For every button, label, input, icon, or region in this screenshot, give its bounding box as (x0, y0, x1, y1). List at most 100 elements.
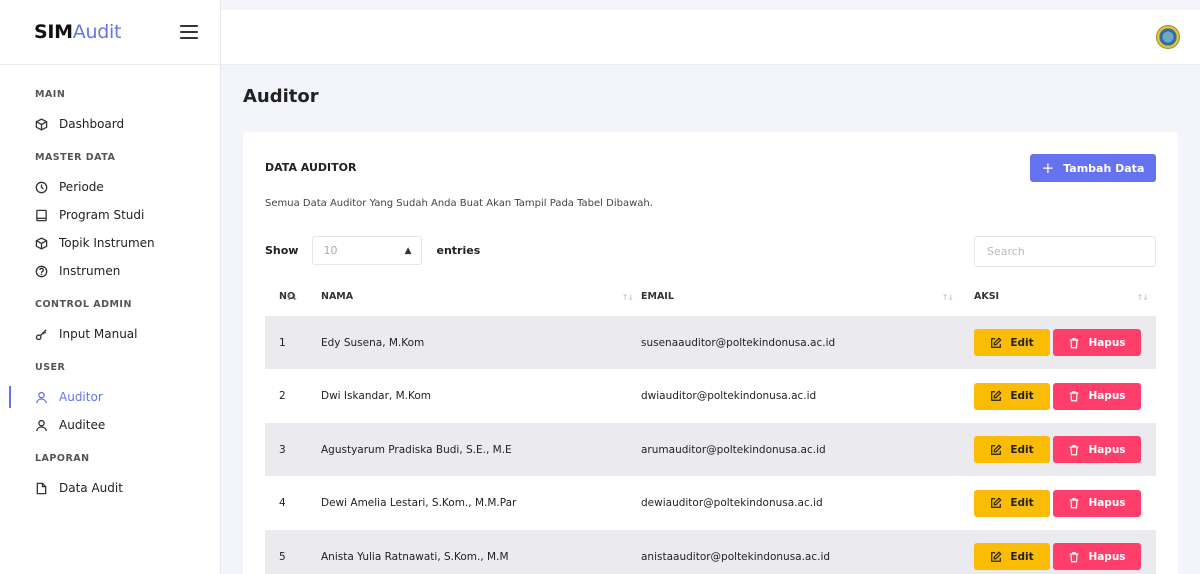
cell-no: 1 (279, 336, 286, 349)
column-email[interactable]: EMAIL ↑↓ (641, 289, 961, 316)
key-icon (34, 327, 48, 341)
edit-icon (990, 336, 1010, 349)
cell-email: anistaauditor@poltekindonusa.ac.id (641, 550, 831, 563)
trash-icon (1068, 337, 1088, 349)
sidebar-item-periode[interactable]: Periode (0, 173, 220, 201)
edit-button[interactable]: Edit (974, 489, 1050, 517)
cell-aksi: Edit Hapus (961, 436, 1156, 463)
sort-icon: ↑↓ (1136, 293, 1149, 302)
edit-icon (990, 390, 1010, 402)
trash-icon (1068, 497, 1088, 509)
cell-aksi: Edit Hapus (961, 489, 1156, 517)
delete-button[interactable]: Hapus (1053, 329, 1141, 356)
cell-nama: Dwi Iskandar, M.Kom (321, 390, 431, 402)
sidebar-section: MAIN Dashboard (0, 89, 220, 138)
table-row: 3 Agustyarum Pradiska Budi, S.E., M.E arum… (265, 423, 1156, 476)
auditor-card: DATA AUDITOR + Tambah Data Semua Data Au… (243, 132, 1178, 574)
edit-icon (990, 550, 1010, 563)
edit-button[interactable]: Edit (974, 382, 1050, 410)
cell-email: arumauditor@poltekindonusa.ac.id (641, 443, 826, 456)
entries-label: entries (436, 244, 481, 257)
table-row: 1 Edy Susena, M.Kom susenaauditor@poltekin… (265, 316, 1156, 369)
cube-icon (34, 236, 48, 250)
sidebar-item-input-manual[interactable]: Input Manual (0, 320, 220, 348)
sort-icon: ↑↓ (941, 293, 954, 302)
add-data-button[interactable]: + Tambah Data (1030, 154, 1156, 182)
user-avatar[interactable] (1156, 25, 1180, 49)
edit-label: Edit (1010, 497, 1034, 509)
edit-icon (990, 497, 1010, 509)
trash-icon (1068, 551, 1088, 563)
sidebar-item-label: Input Manual (59, 327, 138, 341)
sort-icon: ↑↓ (621, 293, 634, 302)
sidebar-section-label: LAPORAN (35, 453, 90, 464)
sidebar-item-auditor[interactable]: Auditor (0, 383, 220, 411)
cell-email: dwiauditor@poltekindonusa.ac.id (641, 390, 817, 402)
sidebar-item-data-audit[interactable]: Data Audit (0, 474, 220, 502)
table-row: 2 Dwi Iskandar, M.Kom dwiauditor@poltekind… (265, 370, 1156, 423)
edit-button[interactable]: Edit (974, 329, 1050, 356)
topbar (221, 10, 1200, 65)
column-nama[interactable]: NAMA ↑↓ (321, 289, 641, 316)
clock-icon (34, 180, 48, 194)
sidebar-item-label: Instrumen (59, 264, 121, 278)
sidebar-section: LAPORAN Data Audit (0, 453, 220, 502)
sidebar-item-dashboard[interactable]: Dashboard (0, 110, 220, 138)
sidebar-section-label: MASTER DATA (35, 152, 116, 163)
delete-button[interactable]: Hapus (1053, 382, 1141, 410)
delete-label: Hapus (1088, 497, 1126, 509)
sidebar-item-auditee[interactable]: Auditee (0, 411, 220, 439)
sort-arrows-icon: ▲ (404, 245, 412, 256)
add-data-label: Tambah Data (1063, 161, 1145, 175)
entries-select[interactable]: 10 ▲ (312, 236, 423, 265)
sidebar-section-label: CONTROL ADMIN (35, 299, 132, 310)
sidebar-item-label: Dashboard (59, 117, 125, 131)
sidebar-item-topik-instrumen[interactable]: Topik Instrumen (0, 229, 220, 257)
card-description: Semua Data Auditor Yang Sudah Anda Buat … (265, 198, 653, 209)
column-no[interactable]: NO ↑↓ (265, 289, 321, 316)
question-circle-icon (34, 264, 48, 278)
user-icon (34, 390, 48, 404)
entries-value: 10 (323, 244, 338, 257)
delete-label: Hapus (1088, 550, 1126, 563)
cell-no: 5 (279, 550, 286, 563)
menu-toggle-icon[interactable] (180, 25, 198, 39)
cell-aksi: Edit Hapus (961, 382, 1156, 410)
sidebar-item-label: Program Studi (59, 208, 145, 222)
user-icon (34, 418, 48, 432)
show-label: Show (265, 244, 299, 257)
search-input[interactable] (974, 236, 1156, 267)
sidebar-item-program-studi[interactable]: Program Studi (0, 201, 220, 229)
column-aksi[interactable]: AKSI ↑↓ (961, 289, 1156, 316)
cell-nama: Dewi Amelia Lestari, S.Kom., M.M.Par (321, 497, 517, 509)
cell-no: 4 (279, 497, 286, 509)
sidebar-item-label: Auditee (59, 418, 106, 432)
edit-label: Edit (1010, 390, 1034, 402)
file-icon (34, 481, 48, 495)
table-row: 4 Dewi Amelia Lestari, S.Kom., M.M.Par dew… (265, 477, 1156, 530)
delete-button[interactable]: Hapus (1053, 436, 1141, 463)
entries-control: Show 10 ▲ entries (265, 236, 480, 265)
sidebar-item-label: Topik Instrumen (59, 236, 155, 250)
column-nama-label: NAMA (321, 291, 354, 302)
cell-email: susenaauditor@poltekindonusa.ac.id (641, 336, 836, 349)
edit-label: Edit (1010, 336, 1034, 349)
edit-button[interactable]: Edit (974, 436, 1050, 463)
sidebar-section: MASTER DATA Periode Program Studi Topik Ins… (0, 152, 220, 285)
delete-button[interactable]: Hapus (1053, 543, 1141, 570)
sidebar-menu: MAIN Dashboard MASTER DATA Periode Program S… (0, 65, 220, 502)
delete-button[interactable]: Hapus (1053, 489, 1141, 517)
sidebar-item-instrumen[interactable]: Instrumen (0, 257, 220, 285)
sidebar-section-label: USER (35, 362, 66, 373)
sidebar: SIMAudit MAIN Dashboard MASTER DATA Periode… (0, 0, 221, 574)
plus-icon: + (1041, 158, 1055, 177)
edit-button[interactable]: Edit (974, 543, 1050, 570)
sidebar-section: USER Auditor Auditee (0, 362, 220, 439)
trash-icon (1068, 390, 1088, 402)
delete-label: Hapus (1088, 390, 1126, 402)
cell-nama: Anista Yulia Ratnawati, S.Kom., M.M (321, 550, 509, 563)
app-logo[interactable]: SIMAudit (34, 21, 121, 43)
column-email-label: EMAIL (641, 291, 674, 302)
cell-nama: Agustyarum Pradiska Budi, S.E., M.E (321, 443, 512, 456)
cell-no: 2 (279, 390, 286, 402)
